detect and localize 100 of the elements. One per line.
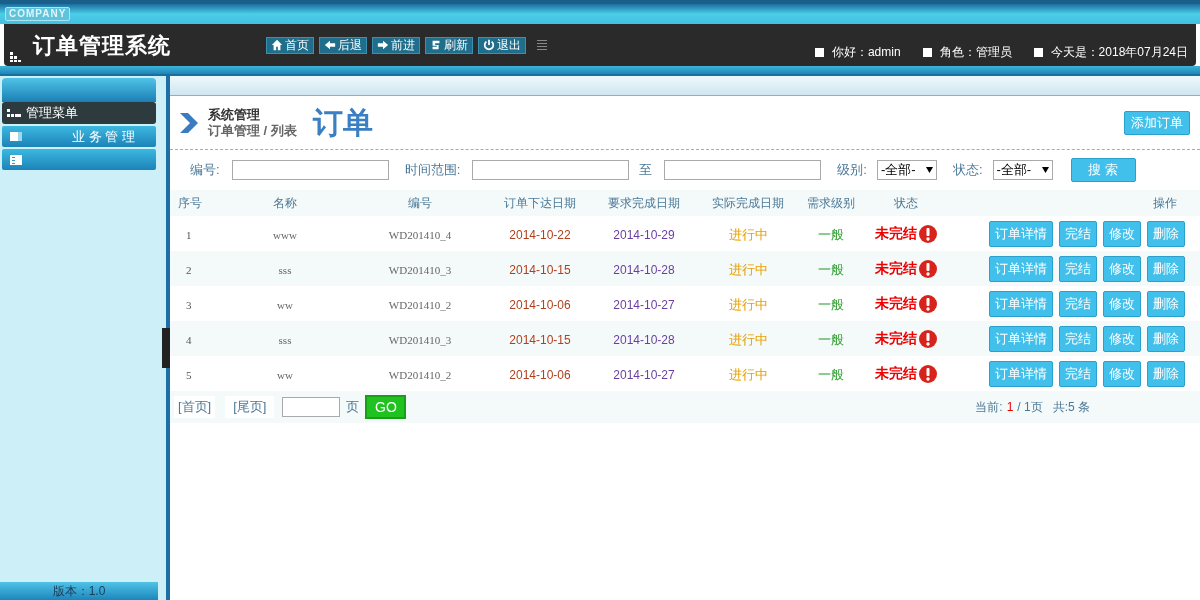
action-button[interactable]: 删除: [1147, 220, 1185, 247]
menu-icon[interactable]: [537, 40, 547, 50]
code-cell: WD201410_4: [388, 228, 452, 241]
text-field[interactable]: [472, 160, 630, 180]
filter-label: 至: [639, 161, 653, 180]
row-number: 1: [186, 228, 192, 241]
date-cell: 2014-10-28: [613, 262, 675, 277]
status-cell-text: 未完结: [875, 294, 917, 313]
action-button[interactable]: 修改: [1103, 360, 1141, 387]
action-button[interactable]: 删除: [1147, 290, 1185, 317]
action-button[interactable]: 修改: [1103, 255, 1141, 282]
status-cell-text: 未完结: [875, 259, 917, 278]
select-field[interactable]: -全部-: [876, 160, 937, 180]
action-button[interactable]: 订单详情: [989, 325, 1053, 352]
progress-cell: 进行中: [728, 261, 768, 277]
row-number: 2: [186, 263, 192, 276]
sidebar-title: 管理菜单: [2, 102, 156, 124]
action-button[interactable]: 订单详情: [989, 360, 1053, 387]
date-cell: 2014-10-06: [509, 297, 571, 312]
column-header: 操作: [1153, 196, 1177, 210]
current-page: 1: [1006, 399, 1014, 416]
arrow-icon: [377, 39, 389, 51]
nav-button[interactable]: 后退: [319, 36, 367, 54]
nav-button[interactable]: 首页: [266, 36, 314, 54]
level-cell: 一般: [818, 296, 844, 312]
name-cell: sss: [278, 333, 292, 346]
action-button[interactable]: 订单详情: [989, 220, 1053, 247]
action-button[interactable]: 删除: [1147, 325, 1185, 352]
column-header: 订单下达日期: [504, 196, 576, 210]
action-button[interactable]: 订单详情: [989, 290, 1053, 317]
level-cell: 一般: [818, 331, 844, 347]
action-button[interactable]: 完结: [1059, 220, 1097, 247]
row-number: 5: [186, 368, 192, 381]
nav-button[interactable]: 退出: [478, 36, 526, 54]
panel-icon: [10, 132, 22, 141]
go-button[interactable]: GO: [365, 395, 407, 419]
page-field[interactable]: [282, 397, 341, 417]
chevron-icon: [178, 110, 200, 135]
code-cell: WD201410_3: [388, 333, 452, 346]
warning-icon: [919, 259, 937, 278]
filter-label: 级别:: [837, 161, 867, 180]
caret-icon: [1041, 167, 1049, 173]
search-button[interactable]: 搜 索: [1070, 158, 1136, 182]
version-text: 版本：1.0: [0, 582, 158, 600]
action-button[interactable]: 修改: [1103, 290, 1141, 317]
list-icon: [10, 154, 22, 165]
action-button[interactable]: 完结: [1059, 325, 1097, 352]
date-cell: 2014-10-15: [509, 262, 571, 277]
sidebar-item[interactable]: 业 务 管 理: [2, 126, 156, 147]
action-button[interactable]: 完结: [1059, 360, 1097, 387]
add-order-button[interactable]: 添加订单: [1124, 110, 1190, 135]
grid-icon: [7, 109, 21, 117]
breadcrumb-path: 订单管理 / 列表: [208, 122, 297, 139]
user-info-text: 角色：管理员: [939, 44, 1012, 61]
date-cell: 2014-10-27: [613, 367, 675, 382]
column-header: 需求级别: [807, 196, 855, 210]
code-cell: WD201410_2: [388, 298, 452, 311]
action-button[interactable]: 删除: [1147, 360, 1185, 387]
name-cell: ww: [277, 298, 293, 311]
nav-button[interactable]: 前进: [372, 36, 420, 54]
select-field[interactable]: -全部-: [992, 160, 1053, 180]
total-pages: / 1页: [1017, 399, 1043, 416]
warning-icon: [919, 364, 937, 383]
total-count: 共:5 条: [1052, 399, 1090, 416]
action-button[interactable]: 完结: [1059, 290, 1097, 317]
text-field[interactable]: [664, 160, 822, 180]
company-logo: COMPANY: [5, 7, 71, 21]
status-cell-text: 未完结: [875, 364, 917, 383]
row-number: 4: [186, 333, 192, 346]
action-button[interactable]: 完结: [1059, 255, 1097, 282]
action-button[interactable]: 删除: [1147, 255, 1185, 282]
status-cell-text: 未完结: [875, 224, 917, 243]
caret-icon: [925, 167, 933, 173]
progress-cell: 进行中: [728, 366, 768, 382]
text-field[interactable]: [231, 160, 389, 180]
app-title: 订单管理系统: [33, 31, 171, 60]
date-cell: 2014-10-28: [613, 332, 675, 347]
last-page-link[interactable]: [尾页]: [225, 396, 275, 418]
action-button[interactable]: 订单详情: [989, 255, 1053, 282]
column-header: 要求完成日期: [608, 196, 680, 210]
code-cell: WD201410_2: [388, 368, 452, 381]
progress-cell: 进行中: [728, 331, 768, 347]
first-page-link[interactable]: [首页]: [174, 396, 216, 418]
date-cell: 2014-10-27: [613, 297, 675, 312]
sidebar-item[interactable]: [2, 149, 156, 170]
nav-button[interactable]: 刷新: [425, 36, 473, 54]
arrow-icon: [324, 39, 336, 51]
warning-icon: [919, 224, 937, 243]
column-header: 编号: [408, 196, 432, 210]
name-cell: sss: [278, 263, 292, 276]
action-button[interactable]: 修改: [1103, 325, 1141, 352]
home-icon: [271, 39, 283, 51]
date-cell: 2014-10-06: [509, 367, 571, 382]
column-header: 名称: [273, 196, 297, 210]
dots-icon: [10, 52, 22, 62]
level-cell: 一般: [818, 261, 844, 277]
name-cell: ww: [277, 368, 293, 381]
level-cell: 一般: [818, 226, 844, 242]
action-button[interactable]: 修改: [1103, 220, 1141, 247]
collapse-handle[interactable]: [162, 328, 170, 368]
